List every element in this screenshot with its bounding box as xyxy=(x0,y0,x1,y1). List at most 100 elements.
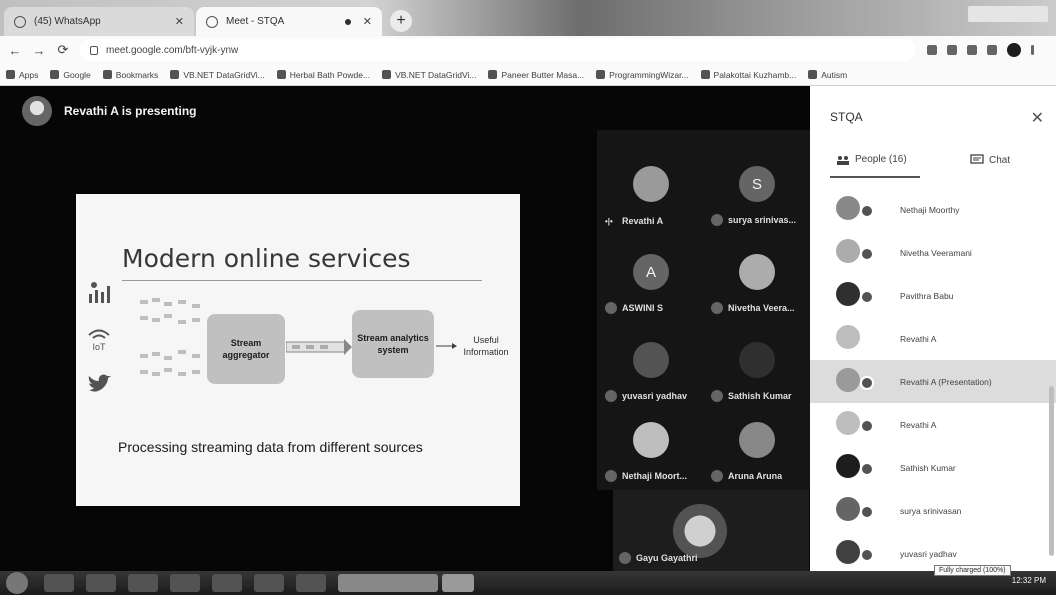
close-tab-icon[interactable]: ✕ xyxy=(363,15,372,28)
forward-icon[interactable]: → xyxy=(30,43,48,58)
taskbar-app-icon[interactable] xyxy=(212,574,242,592)
taskbar-app-icon[interactable] xyxy=(254,574,284,592)
list-item[interactable]: Nivetha Veeramani xyxy=(810,231,1056,274)
menu-icon[interactable] xyxy=(1031,45,1034,55)
list-item[interactable]: yuvasri yadhav xyxy=(810,532,1056,575)
list-item[interactable]: surya srinivasan xyxy=(810,489,1056,532)
mic-off-icon xyxy=(860,505,874,519)
participant-avatar xyxy=(633,166,669,202)
list-item[interactable]: Sathish Kumar xyxy=(810,446,1056,489)
extension-icon[interactable] xyxy=(967,45,977,55)
participant-avatar xyxy=(739,422,775,458)
people-list: Nethaji Moorthy Nivetha Veeramani Pavith… xyxy=(810,188,1056,575)
shared-slide: Modern online services IoT Stream aggreg… xyxy=(76,194,520,506)
participant-avatar xyxy=(739,254,775,290)
people-panel: STQA ✕ People (16) Chat Nethaji Moorthy … xyxy=(810,86,1056,571)
taskbar-app-icon[interactable] xyxy=(44,574,74,592)
window-controls[interactable] xyxy=(968,6,1048,22)
participant-tile[interactable]: Revathi A xyxy=(599,150,703,236)
mic-off-icon xyxy=(711,214,723,226)
close-tab-icon[interactable]: ✕ xyxy=(175,15,184,28)
bookmark-item[interactable]: Bookmarks xyxy=(102,70,158,80)
system-clock[interactable]: 12:32 PM xyxy=(1012,576,1046,585)
participant-tile[interactable]: Nethaji Moort... xyxy=(599,406,703,492)
new-tab-button[interactable]: + xyxy=(390,10,412,32)
list-item[interactable]: Revathi A xyxy=(810,403,1056,446)
list-item[interactable]: Nethaji Moorthy xyxy=(810,188,1056,231)
slide-title: Modern online services xyxy=(122,244,411,273)
participant-grid: Revathi A S surya srinivas... A ASWINI S… xyxy=(597,130,810,490)
mic-off-icon xyxy=(605,470,617,482)
participant-avatar: S xyxy=(739,166,775,202)
url-text: meet.google.com/bft-vyjk-ynw xyxy=(106,44,239,56)
presenter-avatar xyxy=(22,96,52,126)
tab-meet[interactable]: Meet - STQA ✕ xyxy=(196,7,382,36)
recording-dot-icon xyxy=(344,18,351,25)
youtube-icon xyxy=(596,70,606,79)
participant-avatar xyxy=(633,342,669,378)
tab-whatsapp[interactable]: (45) WhatsApp ✕ xyxy=(4,7,194,36)
participant-tile[interactable]: Aruna Aruna xyxy=(705,406,809,492)
bookmark-item[interactable]: Autism xyxy=(808,70,847,80)
participant-tile[interactable]: yuvasri yadhav xyxy=(599,326,703,412)
mic-off-icon xyxy=(605,302,617,314)
back-icon[interactable]: ← xyxy=(6,43,24,58)
start-button[interactable] xyxy=(6,572,28,594)
list-item[interactable]: Revathi A (Presentation) xyxy=(810,360,1056,403)
reload-icon[interactable]: ⟳ xyxy=(54,42,72,58)
participant-tile[interactable]: S surya srinivas... xyxy=(705,150,809,236)
stream-aggregator-box: Stream aggregator xyxy=(207,314,285,384)
tab-title: Meet - STQA xyxy=(226,16,285,27)
tab-people[interactable]: People (16) xyxy=(836,154,907,165)
list-item[interactable]: Pavithra Babu xyxy=(810,274,1056,317)
speaking-icon xyxy=(605,216,617,226)
participant-tile[interactable]: Sathish Kumar xyxy=(705,326,809,412)
bookmark-item[interactable]: Google xyxy=(50,70,91,80)
lock-icon xyxy=(90,45,98,55)
participant-tile[interactable]: A ASWINI S xyxy=(599,238,703,324)
chat-icon xyxy=(970,154,984,164)
youtube-icon xyxy=(382,70,392,79)
mic-off-icon xyxy=(860,204,874,218)
bookmark-item[interactable]: VB.NET DataGridVi... xyxy=(382,70,476,80)
chat-tab-label: Chat xyxy=(989,154,1011,166)
panel-scrollbar[interactable] xyxy=(1049,386,1054,556)
list-item[interactable]: Revathi A xyxy=(810,317,1056,360)
camera-icon[interactable] xyxy=(927,45,937,55)
mic-off-icon xyxy=(860,548,874,562)
taskbar-app-icon[interactable] xyxy=(128,574,158,592)
bookmark-item[interactable]: Paneer Butter Masa... xyxy=(488,70,584,80)
profile-avatar[interactable] xyxy=(1007,43,1021,57)
meet-icon xyxy=(206,15,218,28)
bookmark-item[interactable]: Palakottai Kuzhamb... xyxy=(700,70,796,80)
windows-taskbar: 12:32 PM xyxy=(0,571,1056,595)
self-view-tile[interactable]: Gayu Gayathri xyxy=(613,490,809,572)
participant-tile[interactable]: Nivetha Veera... xyxy=(705,238,809,324)
pipe-arrow xyxy=(286,339,352,355)
apps-icon xyxy=(6,70,15,79)
bookmark-item[interactable]: ProgrammingWizar... xyxy=(596,70,689,80)
site-icon xyxy=(808,70,818,79)
twitter-icon xyxy=(88,374,111,392)
mic-off-icon xyxy=(619,552,631,564)
bookmark-item[interactable]: Herbal Bath Powde... xyxy=(276,70,370,80)
taskbar-app-icon[interactable] xyxy=(296,574,326,592)
star-icon[interactable] xyxy=(947,45,957,55)
url-field[interactable]: meet.google.com/bft-vyjk-ynw xyxy=(80,39,915,61)
tab-chat[interactable]: Chat xyxy=(970,154,1010,166)
taskbar-app-icon[interactable] xyxy=(338,574,438,592)
taskbar-app-icon[interactable] xyxy=(170,574,200,592)
analytics-icon xyxy=(89,282,110,303)
active-tab-indicator xyxy=(830,176,920,178)
puzzle-icon[interactable] xyxy=(987,45,997,55)
people-icon xyxy=(837,155,849,165)
svg-text:IoT: IoT xyxy=(92,342,106,352)
iot-icon: IoT xyxy=(88,329,110,352)
address-bar-row: ← → ⟳ meet.google.com/bft-vyjk-ynw xyxy=(0,36,1056,64)
bookmark-item[interactable]: VB.NET DataGridVi... xyxy=(170,70,265,80)
close-panel-icon[interactable]: ✕ xyxy=(1031,108,1044,128)
taskbar-app-icon[interactable] xyxy=(86,574,116,592)
bookmark-item[interactable]: Apps xyxy=(6,70,38,80)
taskbar-app-icon[interactable] xyxy=(442,574,474,592)
youtube-icon xyxy=(170,70,180,79)
